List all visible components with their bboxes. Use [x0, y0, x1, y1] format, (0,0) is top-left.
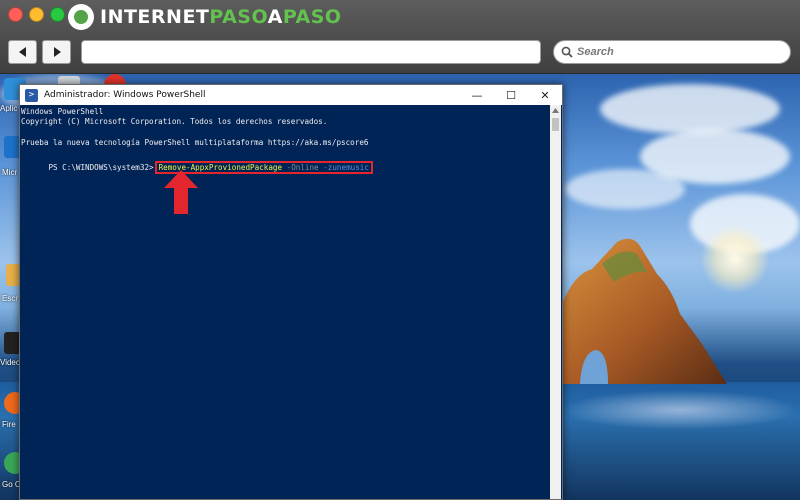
command-param: -Online	[286, 162, 319, 172]
minimize-window-button[interactable]	[29, 7, 44, 22]
maximize-window-button[interactable]	[50, 7, 65, 22]
address-bar[interactable]	[81, 40, 541, 64]
window-title: Administrador: Windows PowerShell	[44, 90, 206, 100]
minimize-button[interactable]: —	[460, 85, 494, 105]
site-brand: INTERNETPASOAPASO	[68, 4, 342, 30]
vertical-scrollbar[interactable]	[550, 105, 561, 499]
rock-arch	[562, 238, 727, 384]
maximize-button[interactable]: ☐	[494, 85, 528, 105]
console-line: Prueba la nueva tecnología PowerShell mu…	[21, 137, 369, 147]
forward-button[interactable]	[42, 40, 71, 64]
search-placeholder: Search	[577, 46, 614, 58]
console-line: Windows PowerShell	[21, 107, 104, 116]
window-titlebar[interactable]: > Administrador: Windows PowerShell — ☐ …	[20, 85, 562, 105]
desktop-icon-label: Escr	[2, 294, 18, 303]
brand-text-part: A	[267, 6, 283, 28]
close-window-button[interactable]	[8, 7, 23, 22]
brand-text-part: INTERNET	[100, 6, 210, 28]
command-arg: -zunemusic	[323, 162, 369, 172]
arrow-left-icon	[18, 47, 26, 57]
desktop-icon-label: Micr	[2, 168, 18, 177]
arrow-right-icon	[53, 47, 61, 57]
window-controls	[8, 7, 65, 22]
desktop-icon-label: Fire	[2, 420, 16, 429]
cloud	[565, 169, 685, 209]
window-buttons: — ☐ ✕	[460, 85, 562, 105]
brand-logo-icon	[68, 4, 94, 30]
search-icon	[561, 46, 573, 58]
brand-text-part: PASO	[282, 6, 342, 28]
powershell-icon: >	[25, 88, 38, 102]
console-output[interactable]: Windows PowerShell Copyright (C) Microso…	[20, 105, 550, 499]
browser-chrome: INTERNETPASOAPASO Search	[0, 0, 800, 74]
scroll-thumb[interactable]	[552, 118, 559, 131]
sea-reflection	[560, 390, 800, 430]
arrow-up-icon	[164, 170, 198, 214]
back-button[interactable]	[8, 40, 37, 64]
search-input[interactable]: Search	[553, 40, 791, 64]
scroll-up-button[interactable]	[550, 105, 561, 116]
chevron-up-icon	[552, 108, 559, 113]
command-line[interactable]: PS C:\WINDOWS\system32> Remove-AppxProvio…	[21, 151, 550, 174]
cloud	[600, 84, 780, 134]
brand-text-part: PASO	[209, 6, 268, 28]
close-button[interactable]: ✕	[528, 85, 562, 105]
prompt: PS C:\WINDOWS\system32>	[48, 162, 154, 172]
desktop-icon-label: Video	[0, 358, 21, 367]
console-line: Copyright (C) Microsoft Corporation. Tod…	[21, 117, 328, 127]
brand-text: INTERNETPASOAPASO	[100, 6, 342, 28]
powershell-window[interactable]: > Administrador: Windows PowerShell — ☐ …	[19, 84, 563, 500]
